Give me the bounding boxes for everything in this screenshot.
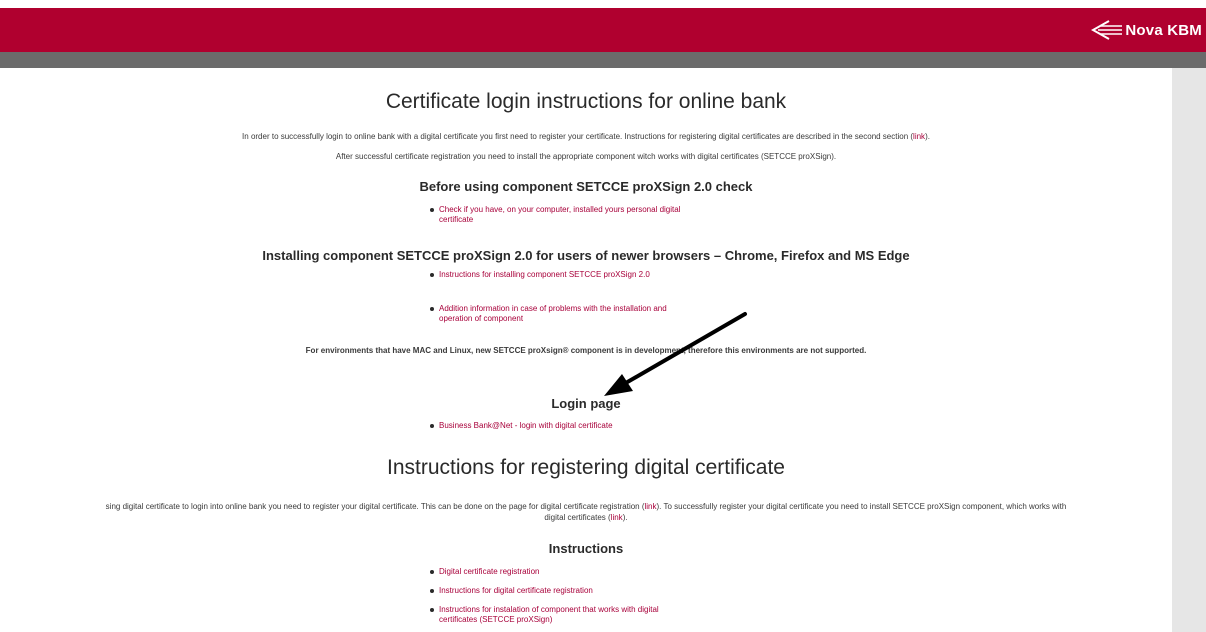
list-item[interactable]: Addition information in case of problems…: [430, 304, 689, 324]
login-page-heading: Login page: [551, 396, 621, 411]
bullet-icon: [430, 307, 434, 311]
sub-navigation-bar: [0, 52, 1206, 68]
page-title: Certificate login instructions for onlin…: [385, 90, 787, 113]
top-strip: [0, 0, 1206, 8]
brand-logo[interactable]: Nova KBM: [1091, 16, 1202, 44]
brand-name: Nova KBM: [1125, 21, 1202, 39]
list-item[interactable]: Instructions for instalation of componen…: [430, 605, 689, 625]
list-item[interactable]: Business Bank@Net - login with digital c…: [430, 421, 719, 431]
site-header: Nova KBM: [0, 8, 1206, 52]
bullet-icon: [430, 208, 434, 212]
installing-heading: Installing component SETCCE proXSign 2.0…: [262, 248, 910, 263]
list-item[interactable]: Instructions for digital certificate reg…: [430, 586, 719, 596]
registering-paragraph: sing digital certificate to login into o…: [105, 502, 1067, 522]
instructions-heading: Instructions: [548, 541, 624, 556]
environment-note: For environments that have MAC and Linux…: [305, 346, 867, 355]
before-using-heading: Before using component SETCCE proXSign 2…: [419, 179, 753, 194]
bullet-icon: [430, 608, 434, 612]
intro-paragraph-1: In order to successfully login to online…: [242, 132, 930, 141]
intro-link[interactable]: link: [913, 132, 925, 141]
bullet-icon: [430, 424, 434, 428]
main-content: Certificate login instructions for onlin…: [0, 68, 1172, 632]
registering-title: Instructions for registering digital cer…: [386, 456, 785, 479]
nova-kbm-logo-icon: [1091, 20, 1123, 40]
bullet-icon: [430, 589, 434, 593]
right-gutter: [1172, 68, 1206, 632]
bullet-icon: [430, 273, 434, 277]
bullet-icon: [430, 570, 434, 574]
registration-link[interactable]: link: [645, 502, 657, 511]
component-link[interactable]: link: [611, 513, 623, 522]
list-item[interactable]: Check if you have, on your computer, ins…: [430, 205, 689, 225]
list-item[interactable]: Digital certificate registration: [430, 567, 719, 577]
list-item[interactable]: Instructions for installing component SE…: [430, 270, 704, 280]
intro-paragraph-2: After successful certificate registratio…: [335, 152, 837, 161]
